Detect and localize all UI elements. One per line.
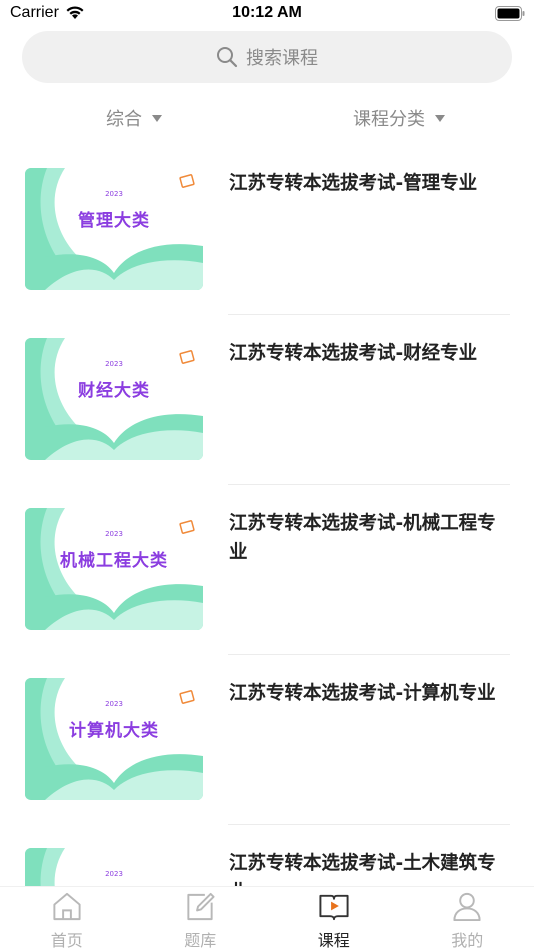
course-thumbnail: 2023 <box>25 848 203 887</box>
search-icon <box>216 46 238 68</box>
caret-down-icon <box>435 115 445 122</box>
thumb-title: 计算机大类 <box>25 716 203 741</box>
edit-icon <box>183 890 217 923</box>
tab-courses[interactable]: 课程 <box>267 887 401 951</box>
course-item[interactable]: 2023 江苏专转本选拔考试-土木建筑专业 <box>0 825 534 887</box>
course-thumbnail: 2023 机械工程大类 <box>25 508 203 630</box>
course-thumbnail: 2023 计算机大类 <box>25 678 203 800</box>
course-title[interactable]: 江苏专转本选拔考试-土木建筑专业 <box>229 849 504 887</box>
battery-icon <box>495 6 525 21</box>
sort-dropdown[interactable]: 综合 <box>106 106 162 130</box>
tab-label: 我的 <box>451 927 483 951</box>
thumb-year: 2023 <box>25 360 203 368</box>
thumb-title: 管理大类 <box>25 206 203 231</box>
thumb-title: 机械工程大类 <box>25 546 203 571</box>
sort-label: 综合 <box>106 105 142 131</box>
tab-label: 课程 <box>318 927 350 951</box>
caret-down-icon <box>152 115 162 122</box>
course-item[interactable]: 2023 财经大类 江苏专转本选拔考试-财经专业 <box>0 315 534 485</box>
search-input[interactable]: 搜索课程 <box>22 31 512 83</box>
course-item[interactable]: 2023 管理大类 江苏专转本选拔考试-管理专业 <box>0 145 534 315</box>
tab-label: 首页 <box>51 927 83 951</box>
course-title[interactable]: 江苏专转本选拔考试-计算机专业 <box>229 679 504 708</box>
clock: 10:12 AM <box>0 4 534 22</box>
thumb-year: 2023 <box>25 870 203 878</box>
thumb-year: 2023 <box>25 530 203 538</box>
book-illustration <box>25 848 203 887</box>
tab-bar: 首页 题库 课程 我的 <box>0 886 534 951</box>
home-icon <box>50 890 84 923</box>
course-thumbnail: 2023 管理大类 <box>25 168 203 290</box>
status-bar: Carrier 10:12 AM <box>0 0 534 28</box>
thumb-year: 2023 <box>25 700 203 708</box>
course-item[interactable]: 2023 机械工程大类 江苏专转本选拔考试-机械工程专业 <box>0 485 534 655</box>
course-thumbnail: 2023 财经大类 <box>25 338 203 460</box>
tab-label: 题库 <box>184 927 216 951</box>
course-title[interactable]: 江苏专转本选拔考试-管理专业 <box>229 169 504 198</box>
category-label: 课程分类 <box>353 105 425 131</box>
category-dropdown[interactable]: 课程分类 <box>353 106 445 130</box>
course-title[interactable]: 江苏专转本选拔考试-机械工程专业 <box>229 509 504 567</box>
user-icon <box>450 890 484 923</box>
tab-home[interactable]: 首页 <box>0 887 134 951</box>
course-item[interactable]: 2023 计算机大类 江苏专转本选拔考试-计算机专业 <box>0 655 534 825</box>
course-list[interactable]: 2023 管理大类 江苏专转本选拔考试-管理专业 2023 财经大类 江苏专转本… <box>0 145 534 887</box>
course-icon <box>317 890 351 923</box>
thumb-title: 财经大类 <box>25 376 203 401</box>
tab-profile[interactable]: 我的 <box>401 887 534 951</box>
tab-question-bank[interactable]: 题库 <box>134 887 268 951</box>
course-title[interactable]: 江苏专转本选拔考试-财经专业 <box>229 339 504 368</box>
search-placeholder: 搜索课程 <box>246 44 318 70</box>
thumb-year: 2023 <box>25 190 203 198</box>
